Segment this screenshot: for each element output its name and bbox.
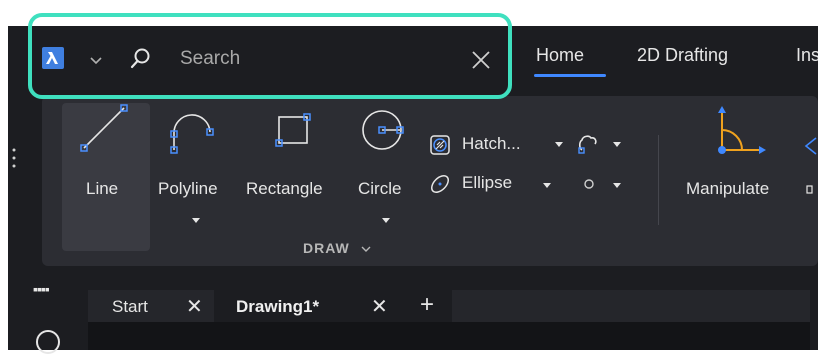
ellipse-label[interactable]: Ellipse <box>462 173 512 193</box>
tab-insert[interactable]: Ins <box>796 45 818 66</box>
ellipse-dropdown-caret-icon[interactable] <box>543 183 551 188</box>
polyline-label[interactable]: Polyline <box>158 179 218 199</box>
drag-handle-icon[interactable] <box>11 146 23 176</box>
search-input[interactable] <box>180 46 450 72</box>
manipulate-icon[interactable] <box>714 104 768 163</box>
ellipse-icon[interactable] <box>428 172 452 201</box>
point-dropdown-caret-icon[interactable] <box>613 183 621 188</box>
hatch-icon[interactable] <box>428 133 452 162</box>
polyline-icon[interactable] <box>166 106 218 159</box>
partial-tool-icon[interactable] <box>804 136 818 161</box>
revcloud-dropdown-caret-icon[interactable] <box>613 142 621 147</box>
polyline-dropdown-caret-icon[interactable] <box>192 218 200 223</box>
search-icon <box>130 47 152 76</box>
tab-home[interactable]: Home <box>536 45 584 66</box>
circle-icon[interactable] <box>360 108 410 157</box>
chevron-down-icon <box>361 240 371 256</box>
active-tab-indicator <box>534 74 606 77</box>
partial-tool-icon-2 <box>806 182 814 200</box>
manipulate-label[interactable]: Manipulate <box>686 179 769 199</box>
line-label: Line <box>86 179 119 198</box>
close-icon[interactable] <box>471 50 491 75</box>
tab-start[interactable]: Start <box>112 297 148 317</box>
app-menu-chevron-down-icon[interactable] <box>90 52 102 70</box>
plus-icon[interactable]: + <box>420 293 434 317</box>
close-drawing-tab-icon[interactable]: ✕ <box>371 297 388 317</box>
revcloud-icon[interactable] <box>576 132 600 161</box>
close-start-tab-icon[interactable]: ✕ <box>186 297 203 317</box>
hatch-dropdown-caret-icon[interactable] <box>555 142 563 147</box>
point-icon[interactable] <box>583 177 595 195</box>
more-options-icon[interactable]: ▪▪▪▪ <box>33 281 50 297</box>
hatch-label[interactable]: Hatch... <box>462 134 521 154</box>
rectangle-icon[interactable] <box>272 112 312 153</box>
line-icon <box>78 102 130 159</box>
circle-dropdown-caret-icon[interactable] <box>382 218 390 223</box>
app-logo-icon[interactable] <box>42 47 64 69</box>
draw-group-text: DRAW <box>303 240 350 256</box>
ribbon-divider <box>658 135 659 225</box>
tab-2d-drafting[interactable]: 2D Drafting <box>637 45 728 66</box>
draw-group-label[interactable]: DRAW <box>303 240 371 256</box>
circle-label[interactable]: Circle <box>358 179 401 199</box>
rectangle-label[interactable]: Rectangle <box>246 179 323 199</box>
drawing-canvas[interactable] <box>88 322 810 350</box>
tab-drawing1-label: Drawing1* <box>236 297 320 316</box>
circle-tool-icon[interactable] <box>36 330 60 354</box>
